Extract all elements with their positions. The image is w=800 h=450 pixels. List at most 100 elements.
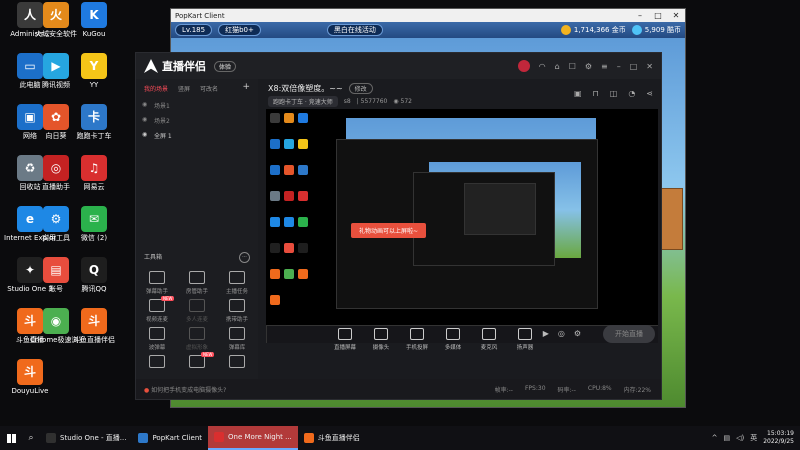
preview-icon — [270, 139, 280, 149]
maximize-icon[interactable]: □ — [630, 62, 638, 71]
add-scene-icon[interactable]: + — [242, 83, 250, 93]
app-icon: ✉ — [81, 206, 107, 232]
source-icon — [446, 328, 460, 340]
desktop-icon[interactable]: 卡跑跑卡丁车 — [68, 104, 120, 140]
preview-icon — [298, 269, 308, 279]
room-id: | 5577760 — [356, 98, 388, 105]
stream-preview[interactable] — [266, 109, 658, 343]
toolbox-item[interactable]: 弹幕助手 — [138, 271, 176, 295]
windows-start-icon[interactable] — [0, 426, 22, 450]
desktop-icon[interactable]: ✉ 微信 (2) — [68, 206, 120, 242]
bell-icon[interactable]: ◔ — [628, 89, 635, 98]
app-icon: K — [81, 2, 107, 28]
server-name[interactable]: 黑白在线活动 — [326, 24, 383, 36]
taskbar-app[interactable]: Studio One - 直播... — [40, 426, 132, 450]
tab-rename[interactable]: 可改名 — [200, 84, 218, 93]
close-icon[interactable]: ✕ — [646, 62, 653, 71]
settings-icon[interactable]: ⚙ — [585, 62, 592, 71]
source-button[interactable]: 直播屏幕 — [328, 328, 362, 351]
help-tip[interactable]: ● 如何把手机变成电脑摄像头? — [136, 385, 226, 394]
lock-icon[interactable]: ⊓ — [593, 89, 599, 98]
gear-icon[interactable]: ⚙ — [574, 329, 581, 338]
desktop-icon-label: DouyuLive — [11, 387, 49, 395]
toolbox-item[interactable]: 多人连麦 — [178, 299, 216, 323]
taskbar-app-label: 斗鱼直播伴侣 — [317, 434, 360, 442]
message-icon[interactable]: ☐ — [569, 62, 576, 71]
toolbox-item[interactable]: 弹幕库 — [218, 327, 256, 351]
desktop-icon[interactable]: Y YY — [68, 53, 120, 89]
avatar[interactable] — [517, 60, 530, 72]
scene-item[interactable]: ◉ 场景1 — [136, 98, 258, 113]
source-button[interactable]: 手机投屏 — [400, 328, 434, 351]
shirt-icon[interactable]: ⌂ — [555, 62, 560, 71]
scene-item[interactable]: ◉ 场景2 — [136, 113, 258, 128]
taskbar-app[interactable]: One More Night ... — [208, 426, 298, 450]
headset-icon[interactable]: ◠ — [539, 62, 546, 71]
desktop-icon[interactable]: 斗 DouyuLive — [4, 359, 56, 395]
desktop-icon[interactable]: ♫ 网易云 — [68, 155, 120, 191]
language-indicator[interactable]: 英 — [750, 433, 757, 443]
taskbar-app[interactable]: PopKart Client — [132, 426, 208, 450]
volume-icon[interactable]: ◁) — [736, 434, 744, 442]
source-label: 手机投屏 — [405, 345, 428, 351]
tool-label: 主播任务 — [225, 289, 248, 295]
new-badge: NEW — [201, 352, 215, 357]
desktop-icon[interactable]: Q 腾讯QQ — [68, 257, 120, 293]
version-badge[interactable]: 体验 — [214, 60, 237, 72]
eye-icon[interactable]: ◉ — [142, 101, 147, 108]
streaming-app-window[interactable]: 直播伴侣 体验 ◠ ⌂ ☐ ⚙ ≡ – □ ✕ 我的场景 竖屏 可改名 + ◉ … — [135, 52, 662, 400]
toolbox-item[interactable] — [138, 355, 176, 371]
tool-icon — [229, 299, 245, 312]
minimize-icon[interactable]: – — [617, 62, 621, 71]
share-icon[interactable]: ⋖ — [646, 89, 653, 98]
start-live-button[interactable]: 开始直播 — [603, 325, 655, 343]
desktop-icon[interactable]: 斗斗鱼直播伴侣 — [68, 308, 120, 344]
point-count: 5,909 酷币 — [631, 25, 681, 35]
eye-icon[interactable]: ◎ — [558, 329, 565, 338]
toolbox-item[interactable]: 房管助手 — [178, 271, 216, 295]
chevron-up-icon[interactable]: ^ — [712, 434, 718, 442]
scene-item[interactable]: ◉ 全屏 1 — [136, 128, 258, 143]
edit-title-button[interactable]: 修改 — [348, 83, 373, 94]
network-icon[interactable]: ▤ — [723, 434, 730, 442]
app-header: 直播伴侣 体验 ◠ ⌂ ☐ ⚙ ≡ – □ ✕ — [136, 53, 661, 79]
search-icon[interactable]: ⌕ — [22, 433, 40, 443]
camera-icon[interactable]: ▶ — [543, 329, 549, 338]
toolbox-item[interactable]: 携带助手 — [218, 299, 256, 323]
minimize-icon[interactable]: – — [631, 11, 649, 20]
app-icon: ♫ — [81, 155, 107, 181]
toolbox-item[interactable]: NEW 视频连麦 — [138, 296, 176, 323]
close-icon[interactable]: ✕ — [667, 11, 685, 20]
more-icon[interactable]: ··· — [239, 252, 250, 263]
maximize-icon[interactable]: □ — [649, 11, 667, 20]
gift-toast[interactable]: 礼物动画可以上屏啦~ — [351, 223, 427, 238]
desktop-icon[interactable]: K KuGou — [68, 2, 120, 38]
source-button[interactable]: 摄像头 — [364, 328, 398, 351]
toolbox-item[interactable]: 主播任务 — [218, 271, 256, 295]
source-button[interactable]: 麦克风 — [472, 328, 506, 351]
source-button[interactable]: 扬声器 — [508, 328, 542, 351]
taskbar-app[interactable]: 斗鱼直播伴侣 — [298, 426, 366, 450]
toolbox-item[interactable] — [218, 355, 256, 371]
app-icon: ◉ — [43, 308, 69, 334]
tool-icon — [189, 299, 205, 312]
tab-portrait[interactable]: 竖屏 — [178, 84, 190, 93]
eye-icon[interactable]: ◉ — [142, 116, 147, 123]
gift-icon[interactable]: ▣ — [574, 89, 582, 98]
viewer-count: ◉ 572 — [393, 98, 412, 105]
source-button[interactable]: 多媒体 — [436, 328, 470, 351]
preview-icon — [270, 191, 280, 201]
record-icon[interactable]: ◫ — [610, 89, 618, 98]
desktop-icon-label: 腾讯QQ — [81, 285, 107, 293]
popkart-titlebar[interactable]: PopKart Client – □ ✕ — [171, 9, 685, 22]
toolbox-item[interactable]: 虚拟形象 — [178, 327, 216, 351]
category-badge[interactable]: 跑跑卡丁车 · 竞速大师 — [268, 96, 338, 107]
toolbox-item[interactable]: 波弹幕 — [138, 327, 176, 351]
eye-icon[interactable]: ◉ — [142, 131, 147, 138]
toolbox-item[interactable]: NEW — [178, 352, 216, 371]
popkart-topbar: Lv.185 红猫b0+ 黑白在线活动 1,714,366 金币 5,909 酷… — [171, 22, 685, 38]
clock[interactable]: 15:03:19 2022/9/25 — [763, 430, 794, 446]
taskbar: ⌕ Studio One - 直播... PopKart Client One Mo… — [0, 426, 800, 450]
tab-my-scenes[interactable]: 我的场景 — [144, 84, 168, 93]
menu-icon[interactable]: ≡ — [601, 62, 608, 71]
